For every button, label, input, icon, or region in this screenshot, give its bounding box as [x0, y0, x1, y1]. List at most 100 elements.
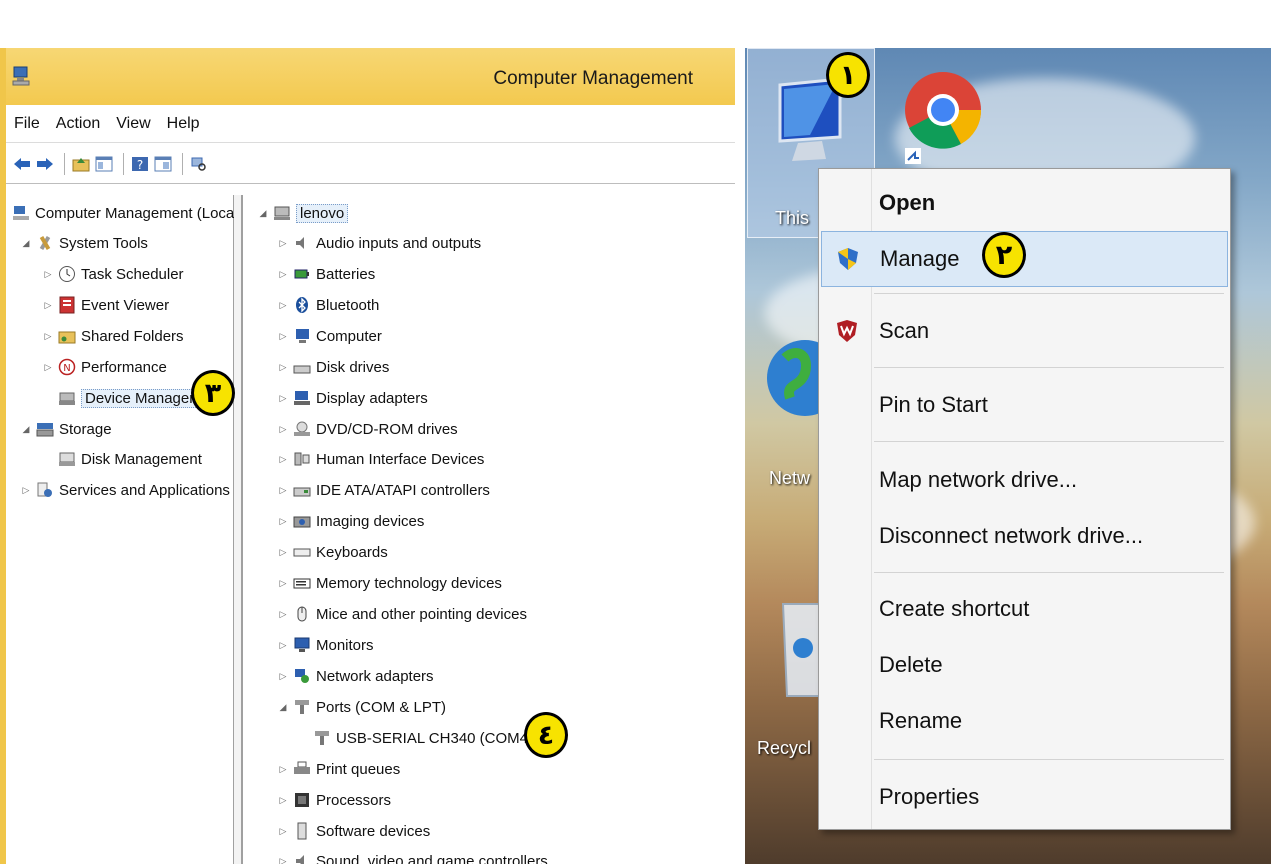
expand-arrow-icon[interactable]: ▷ — [277, 856, 289, 864]
expand-arrow-icon[interactable]: ▷ — [277, 795, 289, 806]
context-menu-open[interactable]: Open — [821, 175, 1228, 231]
expand-arrow-icon[interactable]: ▷ — [277, 578, 289, 589]
tree-label: Software devices — [316, 822, 431, 840]
chrome-icon[interactable] — [903, 70, 983, 166]
device-category-ports[interactable]: ◢ Ports (COM & LPT) — [277, 693, 446, 721]
context-menu-properties[interactable]: Properties — [821, 769, 1228, 825]
tree-root-computer-management[interactable]: Computer Management (Local — [12, 199, 238, 227]
tree-item-event-viewer[interactable]: ▷ Event Viewer — [42, 291, 169, 319]
expand-arrow-icon[interactable]: ▷ — [42, 362, 54, 373]
mcafee-shield-icon — [835, 319, 859, 343]
device-category[interactable]: ▷ IDE ATA/ATAPI controllers — [277, 476, 490, 504]
window-titlebar[interactable]: Computer Management — [6, 48, 735, 105]
device-category[interactable]: ▷ Memory technology devices — [277, 569, 502, 597]
expand-arrow-icon[interactable]: ▷ — [277, 485, 289, 496]
tree-label: IDE ATA/ATAPI controllers — [316, 481, 490, 499]
show-hide-tree-icon[interactable] — [94, 154, 113, 173]
device-tree-root[interactable]: ◢ lenovo — [257, 199, 349, 227]
device-category[interactable]: ▷ Audio inputs and outputs — [277, 229, 482, 257]
device-category[interactable]: ▷ Computer — [277, 322, 382, 350]
tree-item-shared-folders[interactable]: ▷ Shared Folders — [42, 322, 184, 350]
network-adapter-icon — [293, 667, 311, 685]
device-category[interactable]: ▷ Imaging devices — [277, 507, 425, 535]
context-menu-scan[interactable]: Scan — [821, 303, 1228, 359]
device-usb-serial-ch340[interactable]: USB-SERIAL CH340 (COM4) — [313, 724, 533, 752]
device-category[interactable]: ▷ Disk drives — [277, 353, 390, 381]
device-category[interactable]: ▷ Processors — [277, 786, 392, 814]
computer-management-window: Computer Management File Action View Hel… — [0, 48, 735, 864]
context-menu-map-network-drive[interactable]: Map network drive... — [821, 452, 1228, 508]
up-folder-icon[interactable] — [71, 154, 90, 173]
imaging-device-icon — [293, 512, 311, 530]
expand-arrow-icon[interactable]: ▷ — [42, 269, 54, 280]
expand-arrow-icon[interactable]: ▷ — [277, 671, 289, 682]
tree-label: Storage — [59, 420, 112, 438]
device-category[interactable]: ▷ Display adapters — [277, 384, 428, 412]
menu-help[interactable]: Help — [167, 115, 200, 133]
device-category[interactable]: ▷ Network adapters — [277, 662, 434, 690]
tree-item-storage[interactable]: ◢ Storage — [20, 415, 112, 443]
expand-arrow-icon[interactable]: ▷ — [42, 331, 54, 342]
expand-arrow-icon[interactable]: ▷ — [277, 393, 289, 404]
expand-arrow-icon[interactable]: ▷ — [42, 300, 54, 311]
collapse-arrow-icon[interactable]: ◢ — [277, 702, 289, 713]
step-badge-2: ٢ — [982, 232, 1026, 278]
tree-item-device-manager[interactable]: Device Manager — [58, 384, 199, 412]
context-menu-pin-to-start[interactable]: Pin to Start — [821, 377, 1228, 433]
tree-item-task-scheduler[interactable]: ▷ Task Scheduler — [42, 260, 184, 288]
menu-action[interactable]: Action — [56, 115, 100, 133]
desktop-icon-label: Recycl — [757, 738, 812, 758]
scan-hardware-icon[interactable] — [189, 154, 208, 173]
expand-arrow-icon[interactable]: ▷ — [277, 609, 289, 620]
device-category[interactable]: ▷ Mice and other pointing devices — [277, 600, 527, 628]
tree-item-system-tools[interactable]: ◢ System Tools — [20, 229, 148, 257]
device-category[interactable]: ▷ Monitors — [277, 631, 374, 659]
collapse-arrow-icon[interactable]: ◢ — [257, 208, 269, 219]
context-menu-delete[interactable]: Delete — [821, 637, 1228, 693]
bluetooth-icon — [293, 296, 311, 314]
context-menu-create-shortcut[interactable]: Create shortcut — [821, 581, 1228, 637]
collapse-arrow-icon[interactable]: ◢ — [20, 424, 32, 435]
menu-file[interactable]: File — [14, 115, 40, 133]
menu-item-label: Open — [879, 190, 936, 215]
expand-arrow-icon[interactable]: ▷ — [277, 424, 289, 435]
expand-arrow-icon[interactable]: ▷ — [277, 640, 289, 651]
network-globe-icon[interactable] — [765, 328, 825, 438]
properties-pane-icon[interactable] — [153, 154, 172, 173]
context-menu-disconnect-network-drive[interactable]: Disconnect network drive... — [821, 508, 1228, 564]
tree-label: Imaging devices — [316, 512, 425, 530]
device-category[interactable]: ▷ Software devices — [277, 817, 430, 845]
svg-text:?: ? — [136, 158, 142, 172]
tree-item-services-applications[interactable]: ▷ Services and Applications — [20, 476, 230, 504]
help-icon[interactable]: ? — [130, 154, 149, 173]
device-category[interactable]: ▷ Print queues — [277, 755, 401, 783]
expand-arrow-icon[interactable]: ▷ — [277, 454, 289, 465]
collapse-arrow-icon[interactable]: ◢ — [20, 238, 32, 249]
device-category[interactable]: ▷ Sound, video and game controllers — [277, 847, 548, 864]
expand-arrow-icon[interactable]: ▷ — [277, 331, 289, 342]
expand-arrow-icon[interactable]: ▷ — [277, 516, 289, 527]
tree-item-disk-management[interactable]: Disk Management — [58, 445, 202, 473]
device-category[interactable]: ▷ Human Interface Devices — [277, 445, 485, 473]
tree-label: Print queues — [316, 760, 401, 778]
device-category[interactable]: ▷ Keyboards — [277, 538, 388, 566]
tree-item-performance[interactable]: ▷ N Performance — [42, 353, 167, 381]
back-arrow-icon[interactable] — [12, 154, 31, 173]
device-category[interactable]: ▷ Batteries — [277, 260, 376, 288]
tree-label: Device Manager — [81, 388, 199, 408]
expand-arrow-icon[interactable]: ▷ — [277, 547, 289, 558]
expand-arrow-icon[interactable]: ▷ — [20, 485, 32, 496]
expand-arrow-icon[interactable]: ▷ — [277, 362, 289, 373]
device-category[interactable]: ▷ Bluetooth — [277, 291, 380, 319]
device-category[interactable]: ▷ DVD/CD-ROM drives — [277, 415, 458, 443]
menu-view[interactable]: View — [116, 115, 150, 133]
expand-arrow-icon[interactable]: ▷ — [277, 826, 289, 837]
expand-arrow-icon[interactable]: ▷ — [277, 300, 289, 311]
expand-arrow-icon[interactable]: ▷ — [277, 269, 289, 280]
expand-arrow-icon[interactable]: ▷ — [277, 764, 289, 775]
context-menu-rename[interactable]: Rename — [821, 693, 1228, 749]
tree-label: Memory technology devices — [316, 574, 502, 592]
forward-arrow-icon[interactable] — [35, 154, 54, 173]
expand-arrow-icon[interactable]: ▷ — [277, 238, 289, 249]
pane-splitter[interactable] — [234, 195, 242, 864]
